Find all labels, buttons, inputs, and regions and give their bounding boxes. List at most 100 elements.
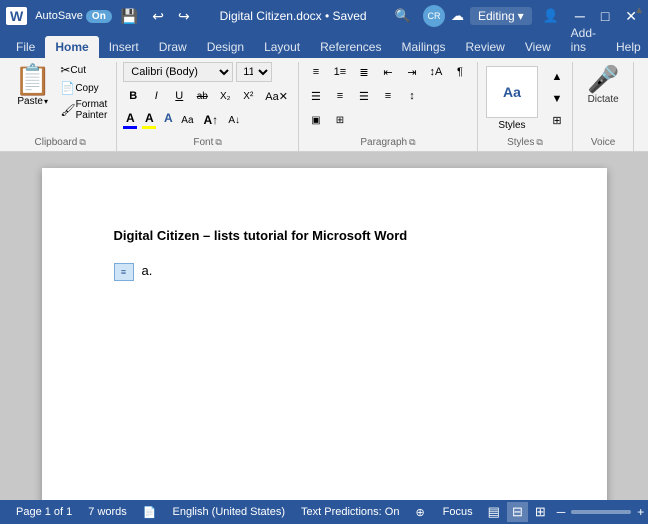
list-row: ≡ a. [114, 263, 535, 281]
numbering-button[interactable]: 1≡ [329, 62, 351, 82]
read-mode-button[interactable]: ⊞ [530, 502, 551, 522]
ribbon-collapse-button[interactable]: ▲ [634, 2, 644, 16]
tab-file[interactable]: File [6, 36, 45, 58]
change-case-button[interactable]: Aa [177, 110, 197, 130]
web-layout-button[interactable]: ⊟ [507, 502, 528, 522]
tab-addins[interactable]: Add-ins [561, 22, 606, 58]
paste-label: Paste ▾ [17, 96, 48, 107]
editor-button[interactable]: ✏️ Editor [640, 62, 648, 109]
editor-group-label: Editor [640, 135, 648, 151]
group-styles: Aa Styles ▲ ▼ ⊞ Styles ⧉ [478, 62, 573, 151]
font-label: Font ⧉ [123, 135, 292, 151]
italic-button[interactable]: I [146, 86, 166, 106]
group-voice: 🎤 Dictate Voice [573, 62, 634, 151]
word-count[interactable]: 7 words [80, 506, 135, 518]
paragraph-label: Paragraph ⧉ [305, 135, 471, 151]
styles-expand[interactable]: ⊞ [546, 111, 568, 131]
decrease-font-button[interactable]: A↓ [224, 110, 244, 130]
bold-button[interactable]: B [123, 86, 143, 106]
dictate-icon: 🎤 [587, 66, 619, 92]
editing-mode-button[interactable]: Editing ▾ [470, 7, 532, 25]
tab-draw[interactable]: Draw [149, 36, 197, 58]
focus-icon[interactable]: ⊕ [407, 506, 432, 519]
undo-button[interactable]: ↩ [147, 6, 169, 27]
font-color-button[interactable]: A [123, 111, 137, 129]
tab-review[interactable]: Review [456, 36, 515, 58]
paste-dropdown-icon[interactable]: ▾ [44, 97, 48, 106]
redo-button[interactable]: ↪ [173, 6, 195, 27]
bullets-button[interactable]: ≡ [305, 62, 327, 82]
share-button[interactable]: 👤 [538, 6, 564, 26]
tab-home[interactable]: Home [45, 36, 98, 58]
zoom-slider[interactable] [571, 510, 631, 514]
zoom-in-button[interactable]: + [637, 505, 644, 519]
font-size-select[interactable]: 11 [236, 62, 272, 82]
copy-button[interactable]: 📄 Copy [57, 80, 110, 96]
paragraph-content: ≡ 1≡ ≣ ⇤ ⇥ ↕A ¶ ☰ ≡ ☰ ≡ ↕ ▣ ⊞ [305, 62, 471, 135]
proofing-icon[interactable]: 📄 [135, 506, 165, 519]
sort-button[interactable]: ↕A [425, 62, 447, 82]
tab-mailings[interactable]: Mailings [391, 36, 455, 58]
para-row-2: ☰ ≡ ☰ ≡ ↕ [305, 86, 423, 106]
styles-icon: Aa [486, 66, 538, 118]
strikethrough-button[interactable]: ab [192, 86, 212, 106]
document-page[interactable]: Digital Citizen – lists tutorial for Mic… [42, 168, 607, 500]
clipboard-expand-icon[interactable]: ⧉ [79, 137, 85, 148]
styles-content: Aa Styles ▲ ▼ ⊞ [482, 62, 568, 135]
decrease-indent-button[interactable]: ⇤ [377, 62, 399, 82]
shading-button[interactable]: ▣ [305, 110, 327, 130]
save-button[interactable]: 💾 [116, 6, 143, 27]
status-right: ⊕ Focus ▤ ⊟ ⊞ ─ + 100% [407, 502, 648, 522]
tab-help[interactable]: Help [606, 36, 648, 58]
borders-button[interactable]: ⊞ [329, 110, 351, 130]
clear-format-button[interactable]: Aa✕ [261, 86, 292, 106]
line-spacing-button[interactable]: ↕ [401, 86, 423, 106]
align-center-button[interactable]: ≡ [329, 86, 351, 106]
text-effects-button[interactable]: A [161, 111, 175, 129]
text-predictions[interactable]: Text Predictions: On [293, 506, 407, 518]
word-logo: W [6, 7, 27, 25]
align-left-button[interactable]: ☰ [305, 86, 327, 106]
tab-view[interactable]: View [515, 36, 561, 58]
print-layout-button[interactable]: ▤ [483, 502, 505, 522]
tab-design[interactable]: Design [197, 36, 254, 58]
styles-scroll-down[interactable]: ▼ [546, 89, 568, 109]
focus-label[interactable]: Focus [435, 506, 481, 518]
page-indicator[interactable]: Page 1 of 1 [8, 506, 80, 518]
tab-insert[interactable]: Insert [99, 36, 149, 58]
document-title: Digital Citizen.docx • Saved [220, 9, 367, 23]
paragraph-expand-icon[interactable]: ⧉ [409, 137, 415, 148]
document-heading: Digital Citizen – lists tutorial for Mic… [114, 228, 535, 243]
increase-font-button[interactable]: A↑ [200, 110, 223, 130]
justify-button[interactable]: ≡ [377, 86, 399, 106]
autosave-toggle[interactable]: On [86, 10, 112, 23]
superscript-button[interactable]: X² [238, 86, 258, 106]
underline-button[interactable]: U [169, 86, 189, 106]
search-icon[interactable]: 🔍 [389, 6, 417, 26]
user-avatar[interactable]: CR [423, 5, 445, 27]
font-expand-icon[interactable]: ⧉ [215, 137, 221, 148]
show-marks-button[interactable]: ¶ [449, 62, 471, 82]
clipboard-content: 📋 Paste ▾ ✂ Cut 📄 Copy 🖌 Format Painter [10, 62, 110, 135]
tab-layout[interactable]: Layout [254, 36, 310, 58]
styles-button[interactable]: Aa Styles [482, 62, 542, 135]
font-family-select[interactable]: Calibri (Body) [123, 62, 233, 82]
subscript-button[interactable]: X₂ [215, 86, 235, 106]
align-right-button[interactable]: ☰ [353, 86, 375, 106]
format-painter-button[interactable]: 🖌 Format Painter [57, 98, 110, 122]
cut-button[interactable]: ✂ Cut [57, 62, 110, 78]
increase-indent-button[interactable]: ⇥ [401, 62, 423, 82]
styles-scroll-up[interactable]: ▲ [546, 67, 568, 87]
styles-nav: ▲ ▼ ⊞ [546, 67, 568, 131]
paste-button[interactable]: 📋 Paste ▾ [10, 62, 55, 111]
styles-expand-icon[interactable]: ⧉ [536, 137, 542, 148]
zoom-out-button[interactable]: ─ [557, 505, 566, 519]
language-indicator[interactable]: English (United States) [165, 506, 294, 518]
dictate-button[interactable]: 🎤 Dictate [579, 62, 627, 109]
cloud-icon[interactable]: ☁ [451, 8, 464, 24]
list-text: a. [142, 263, 153, 278]
ribbon: 📋 Paste ▾ ✂ Cut 📄 Copy 🖌 Format Painter … [0, 58, 648, 152]
tab-references[interactable]: References [310, 36, 391, 58]
multilevel-list-button[interactable]: ≣ [353, 62, 375, 82]
highlight-color-button[interactable]: A [142, 111, 156, 129]
